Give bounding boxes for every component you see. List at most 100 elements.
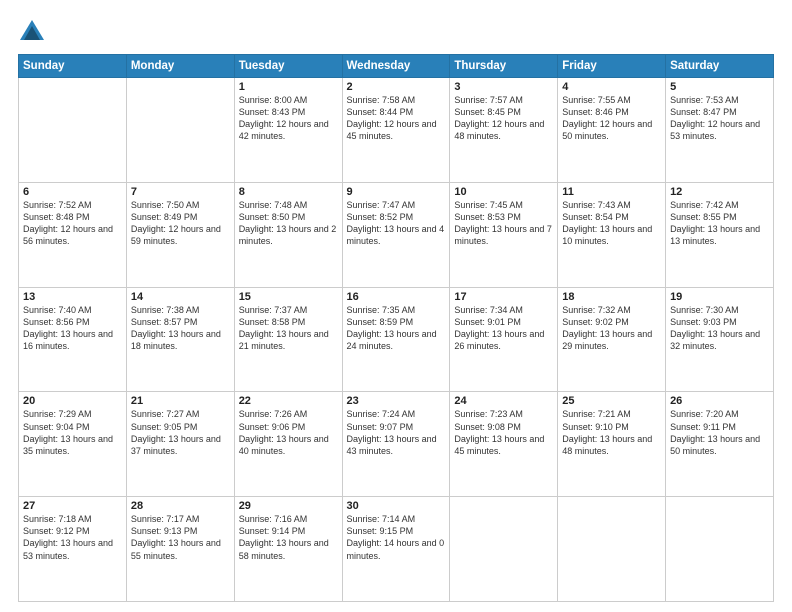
- table-row: 19Sunrise: 7:30 AM Sunset: 9:03 PM Dayli…: [666, 287, 774, 392]
- col-monday: Monday: [126, 55, 234, 78]
- day-info: Sunrise: 7:32 AM Sunset: 9:02 PM Dayligh…: [562, 304, 661, 353]
- day-number: 11: [562, 186, 661, 198]
- day-info: Sunrise: 7:27 AM Sunset: 9:05 PM Dayligh…: [131, 408, 230, 457]
- day-number: 24: [454, 395, 553, 407]
- day-info: Sunrise: 7:18 AM Sunset: 9:12 PM Dayligh…: [23, 513, 122, 562]
- day-info: Sunrise: 7:29 AM Sunset: 9:04 PM Dayligh…: [23, 408, 122, 457]
- table-row: [450, 497, 558, 602]
- day-info: Sunrise: 7:14 AM Sunset: 9:15 PM Dayligh…: [347, 513, 446, 562]
- day-info: Sunrise: 7:34 AM Sunset: 9:01 PM Dayligh…: [454, 304, 553, 353]
- day-info: Sunrise: 7:48 AM Sunset: 8:50 PM Dayligh…: [239, 199, 338, 248]
- table-row: 15Sunrise: 7:37 AM Sunset: 8:58 PM Dayli…: [234, 287, 342, 392]
- day-info: Sunrise: 7:53 AM Sunset: 8:47 PM Dayligh…: [670, 94, 769, 143]
- table-row: 13Sunrise: 7:40 AM Sunset: 8:56 PM Dayli…: [19, 287, 127, 392]
- table-row: [19, 78, 127, 183]
- day-number: 20: [23, 395, 122, 407]
- day-number: 29: [239, 500, 338, 512]
- day-info: Sunrise: 7:45 AM Sunset: 8:53 PM Dayligh…: [454, 199, 553, 248]
- day-number: 19: [670, 291, 769, 303]
- table-row: 7Sunrise: 7:50 AM Sunset: 8:49 PM Daylig…: [126, 182, 234, 287]
- table-row: 5Sunrise: 7:53 AM Sunset: 8:47 PM Daylig…: [666, 78, 774, 183]
- calendar-table: Sunday Monday Tuesday Wednesday Thursday…: [18, 54, 774, 602]
- day-number: 14: [131, 291, 230, 303]
- day-number: 16: [347, 291, 446, 303]
- day-info: Sunrise: 7:26 AM Sunset: 9:06 PM Dayligh…: [239, 408, 338, 457]
- day-info: Sunrise: 7:55 AM Sunset: 8:46 PM Dayligh…: [562, 94, 661, 143]
- table-row: 20Sunrise: 7:29 AM Sunset: 9:04 PM Dayli…: [19, 392, 127, 497]
- table-row: 21Sunrise: 7:27 AM Sunset: 9:05 PM Dayli…: [126, 392, 234, 497]
- col-saturday: Saturday: [666, 55, 774, 78]
- logo-icon: [18, 18, 46, 46]
- day-number: 10: [454, 186, 553, 198]
- calendar-header-row: Sunday Monday Tuesday Wednesday Thursday…: [19, 55, 774, 78]
- table-row: 14Sunrise: 7:38 AM Sunset: 8:57 PM Dayli…: [126, 287, 234, 392]
- day-number: 23: [347, 395, 446, 407]
- table-row: 23Sunrise: 7:24 AM Sunset: 9:07 PM Dayli…: [342, 392, 450, 497]
- day-number: 28: [131, 500, 230, 512]
- table-row: 18Sunrise: 7:32 AM Sunset: 9:02 PM Dayli…: [558, 287, 666, 392]
- day-number: 8: [239, 186, 338, 198]
- table-row: 3Sunrise: 7:57 AM Sunset: 8:45 PM Daylig…: [450, 78, 558, 183]
- table-row: 10Sunrise: 7:45 AM Sunset: 8:53 PM Dayli…: [450, 182, 558, 287]
- table-row: 4Sunrise: 7:55 AM Sunset: 8:46 PM Daylig…: [558, 78, 666, 183]
- day-number: 2: [347, 81, 446, 93]
- logo: [18, 18, 50, 46]
- day-number: 3: [454, 81, 553, 93]
- table-row: 6Sunrise: 7:52 AM Sunset: 8:48 PM Daylig…: [19, 182, 127, 287]
- day-number: 9: [347, 186, 446, 198]
- table-row: 26Sunrise: 7:20 AM Sunset: 9:11 PM Dayli…: [666, 392, 774, 497]
- day-number: 26: [670, 395, 769, 407]
- calendar-week-row: 13Sunrise: 7:40 AM Sunset: 8:56 PM Dayli…: [19, 287, 774, 392]
- table-row: 30Sunrise: 7:14 AM Sunset: 9:15 PM Dayli…: [342, 497, 450, 602]
- day-info: Sunrise: 7:21 AM Sunset: 9:10 PM Dayligh…: [562, 408, 661, 457]
- day-number: 12: [670, 186, 769, 198]
- table-row: 9Sunrise: 7:47 AM Sunset: 8:52 PM Daylig…: [342, 182, 450, 287]
- col-thursday: Thursday: [450, 55, 558, 78]
- day-number: 30: [347, 500, 446, 512]
- table-row: [126, 78, 234, 183]
- day-info: Sunrise: 7:52 AM Sunset: 8:48 PM Dayligh…: [23, 199, 122, 248]
- day-number: 13: [23, 291, 122, 303]
- table-row: 25Sunrise: 7:21 AM Sunset: 9:10 PM Dayli…: [558, 392, 666, 497]
- day-number: 22: [239, 395, 338, 407]
- calendar-week-row: 6Sunrise: 7:52 AM Sunset: 8:48 PM Daylig…: [19, 182, 774, 287]
- col-sunday: Sunday: [19, 55, 127, 78]
- table-row: 16Sunrise: 7:35 AM Sunset: 8:59 PM Dayli…: [342, 287, 450, 392]
- table-row: [558, 497, 666, 602]
- table-row: 28Sunrise: 7:17 AM Sunset: 9:13 PM Dayli…: [126, 497, 234, 602]
- table-row: 1Sunrise: 8:00 AM Sunset: 8:43 PM Daylig…: [234, 78, 342, 183]
- day-info: Sunrise: 7:57 AM Sunset: 8:45 PM Dayligh…: [454, 94, 553, 143]
- col-tuesday: Tuesday: [234, 55, 342, 78]
- col-wednesday: Wednesday: [342, 55, 450, 78]
- page: Sunday Monday Tuesday Wednesday Thursday…: [0, 0, 792, 612]
- table-row: 29Sunrise: 7:16 AM Sunset: 9:14 PM Dayli…: [234, 497, 342, 602]
- day-info: Sunrise: 8:00 AM Sunset: 8:43 PM Dayligh…: [239, 94, 338, 143]
- table-row: 17Sunrise: 7:34 AM Sunset: 9:01 PM Dayli…: [450, 287, 558, 392]
- table-row: [666, 497, 774, 602]
- table-row: 11Sunrise: 7:43 AM Sunset: 8:54 PM Dayli…: [558, 182, 666, 287]
- day-number: 7: [131, 186, 230, 198]
- day-number: 21: [131, 395, 230, 407]
- day-info: Sunrise: 7:23 AM Sunset: 9:08 PM Dayligh…: [454, 408, 553, 457]
- day-info: Sunrise: 7:42 AM Sunset: 8:55 PM Dayligh…: [670, 199, 769, 248]
- header: [18, 18, 774, 46]
- day-info: Sunrise: 7:24 AM Sunset: 9:07 PM Dayligh…: [347, 408, 446, 457]
- day-info: Sunrise: 7:40 AM Sunset: 8:56 PM Dayligh…: [23, 304, 122, 353]
- day-info: Sunrise: 7:58 AM Sunset: 8:44 PM Dayligh…: [347, 94, 446, 143]
- day-number: 17: [454, 291, 553, 303]
- day-info: Sunrise: 7:20 AM Sunset: 9:11 PM Dayligh…: [670, 408, 769, 457]
- day-number: 15: [239, 291, 338, 303]
- day-info: Sunrise: 7:50 AM Sunset: 8:49 PM Dayligh…: [131, 199, 230, 248]
- day-number: 27: [23, 500, 122, 512]
- table-row: 8Sunrise: 7:48 AM Sunset: 8:50 PM Daylig…: [234, 182, 342, 287]
- table-row: 22Sunrise: 7:26 AM Sunset: 9:06 PM Dayli…: [234, 392, 342, 497]
- day-info: Sunrise: 7:35 AM Sunset: 8:59 PM Dayligh…: [347, 304, 446, 353]
- table-row: 12Sunrise: 7:42 AM Sunset: 8:55 PM Dayli…: [666, 182, 774, 287]
- day-info: Sunrise: 7:47 AM Sunset: 8:52 PM Dayligh…: [347, 199, 446, 248]
- day-info: Sunrise: 7:16 AM Sunset: 9:14 PM Dayligh…: [239, 513, 338, 562]
- calendar-week-row: 1Sunrise: 8:00 AM Sunset: 8:43 PM Daylig…: [19, 78, 774, 183]
- table-row: 27Sunrise: 7:18 AM Sunset: 9:12 PM Dayli…: [19, 497, 127, 602]
- table-row: 2Sunrise: 7:58 AM Sunset: 8:44 PM Daylig…: [342, 78, 450, 183]
- day-info: Sunrise: 7:17 AM Sunset: 9:13 PM Dayligh…: [131, 513, 230, 562]
- day-info: Sunrise: 7:30 AM Sunset: 9:03 PM Dayligh…: [670, 304, 769, 353]
